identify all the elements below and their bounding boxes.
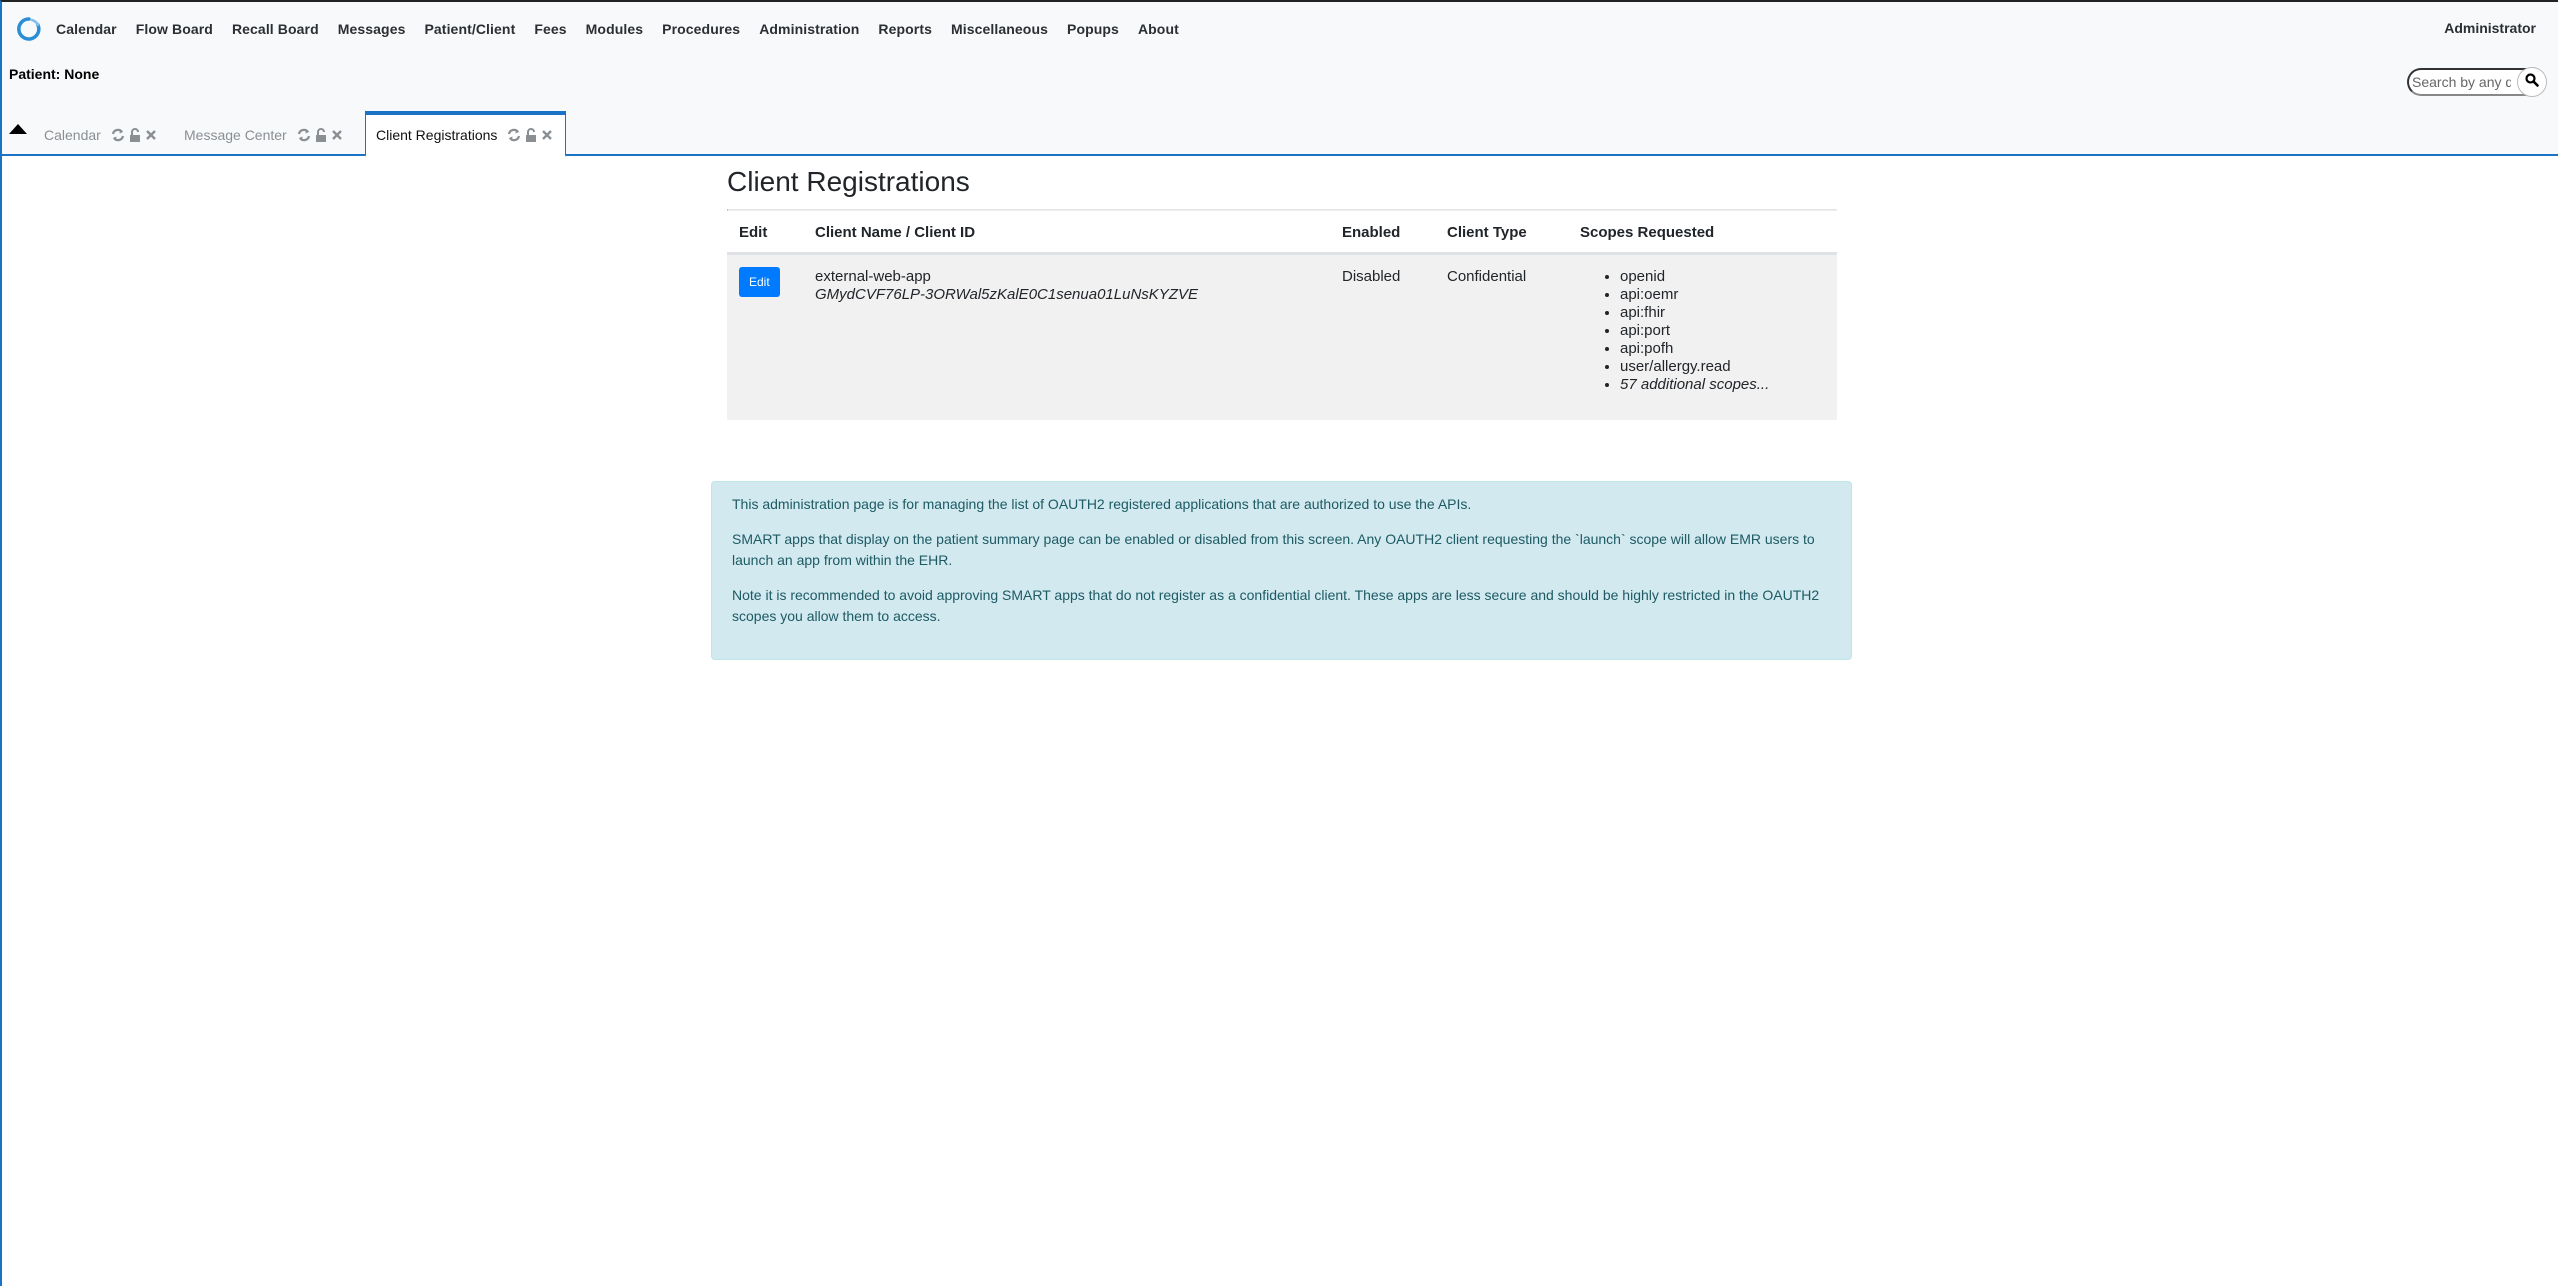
scope-item: api:port (1620, 322, 1826, 340)
nav-fees[interactable]: Fees (534, 21, 566, 37)
col-header-client-type: Client Type (1435, 211, 1568, 255)
search-button[interactable] (2517, 67, 2547, 97)
tab-client-registrations[interactable]: Client Registrations (365, 111, 567, 157)
refresh-icon[interactable] (507, 128, 521, 142)
table-header-row: Edit Client Name / Client ID Enabled Cli… (727, 211, 1837, 255)
nav-about[interactable]: About (1138, 21, 1179, 37)
info-paragraph: Note it is recommended to avoid approvin… (732, 587, 1820, 624)
unlock-icon[interactable] (315, 127, 327, 142)
search-icon (2525, 72, 2539, 92)
close-icon[interactable] (541, 129, 553, 141)
nav-patient-client[interactable]: Patient/Client (424, 21, 515, 37)
client-id: GMydCVF76LP-3ORWal5zKalE0C1senua01LuNsKY… (815, 286, 1198, 303)
page-title: Client Registrations (727, 166, 970, 197)
close-icon[interactable] (145, 129, 157, 141)
scope-item: api:pofh (1620, 340, 1826, 358)
info-alert: This administration page is for managing… (711, 481, 1852, 660)
col-header-enabled: Enabled (1330, 211, 1435, 255)
scope-item: user/allergy.read (1620, 358, 1826, 376)
tab-bar: Calendar Message Center Client Registrat… (2, 111, 2558, 157)
client-name: external-web-app (815, 268, 931, 285)
scope-item: openid (1620, 268, 1826, 286)
nav-recall-board[interactable]: Recall Board (232, 21, 319, 37)
nav-popups[interactable]: Popups (1067, 21, 1119, 37)
client-cell: external-web-app GMydCVF76LP-3ORWal5zKal… (803, 253, 1330, 420)
user-menu[interactable]: Administrator (2444, 20, 2536, 36)
scopes-cell: openid api:oemr api:fhir api:port api:po… (1568, 253, 1837, 420)
nav-flow-board[interactable]: Flow Board (136, 21, 213, 37)
nav-calendar[interactable]: Calendar (56, 21, 117, 37)
tab-message-center[interactable]: Message Center (174, 113, 355, 156)
patient-label: Patient: None (9, 66, 100, 82)
tab-label[interactable]: Message Center (184, 127, 287, 143)
nav-miscellaneous[interactable]: Miscellaneous (951, 21, 1048, 37)
tab-label[interactable]: Client Registrations (376, 127, 497, 143)
col-header-client-name: Client Name / Client ID (803, 211, 1330, 255)
refresh-icon[interactable] (111, 128, 125, 142)
col-header-edit: Edit (727, 211, 803, 255)
nav-reports[interactable]: Reports (878, 21, 932, 37)
collapse-toggle-icon[interactable] (9, 124, 27, 134)
close-icon[interactable] (331, 129, 343, 141)
edit-cell: Edit (727, 253, 803, 420)
app-logo-icon[interactable] (16, 16, 42, 42)
tab-label[interactable]: Calendar (44, 127, 101, 143)
scope-item: api:fhir (1620, 304, 1826, 322)
nav-administration[interactable]: Administration (759, 21, 859, 37)
refresh-icon[interactable] (297, 128, 311, 142)
tab-calendar[interactable]: Calendar (34, 113, 169, 156)
info-paragraph: SMART apps that display on the patient s… (732, 531, 1815, 568)
col-header-scopes: Scopes Requested (1568, 211, 1837, 255)
nav-messages[interactable]: Messages (338, 21, 406, 37)
nav-modules[interactable]: Modules (586, 21, 643, 37)
unlock-icon[interactable] (525, 128, 537, 142)
scope-item: api:oemr (1620, 286, 1826, 304)
more-scopes: 57 additional scopes... (1620, 376, 1826, 394)
unlock-icon[interactable] (129, 127, 141, 142)
top-header: Calendar Flow Board Recall Board Message… (2, 2, 2558, 157)
enabled-status: Disabled (1330, 253, 1435, 420)
nav-procedures[interactable]: Procedures (662, 21, 740, 37)
edit-button[interactable]: Edit (739, 267, 780, 297)
client-registrations-table: Edit Client Name / Client ID Enabled Cli… (727, 211, 1837, 420)
table-row: Edit external-web-app GMydCVF76LP-3ORWal… (727, 253, 1837, 420)
info-paragraph: This administration page is for managing… (732, 496, 1472, 512)
search-box (2407, 67, 2547, 98)
main-nav: Calendar Flow Board Recall Board Message… (16, 16, 1198, 42)
scopes-list: openid api:oemr api:fhir api:port api:po… (1580, 268, 1826, 394)
main-content: Client Registrations Edit Client Name / … (727, 162, 1837, 420)
client-type: Confidential (1435, 253, 1568, 420)
